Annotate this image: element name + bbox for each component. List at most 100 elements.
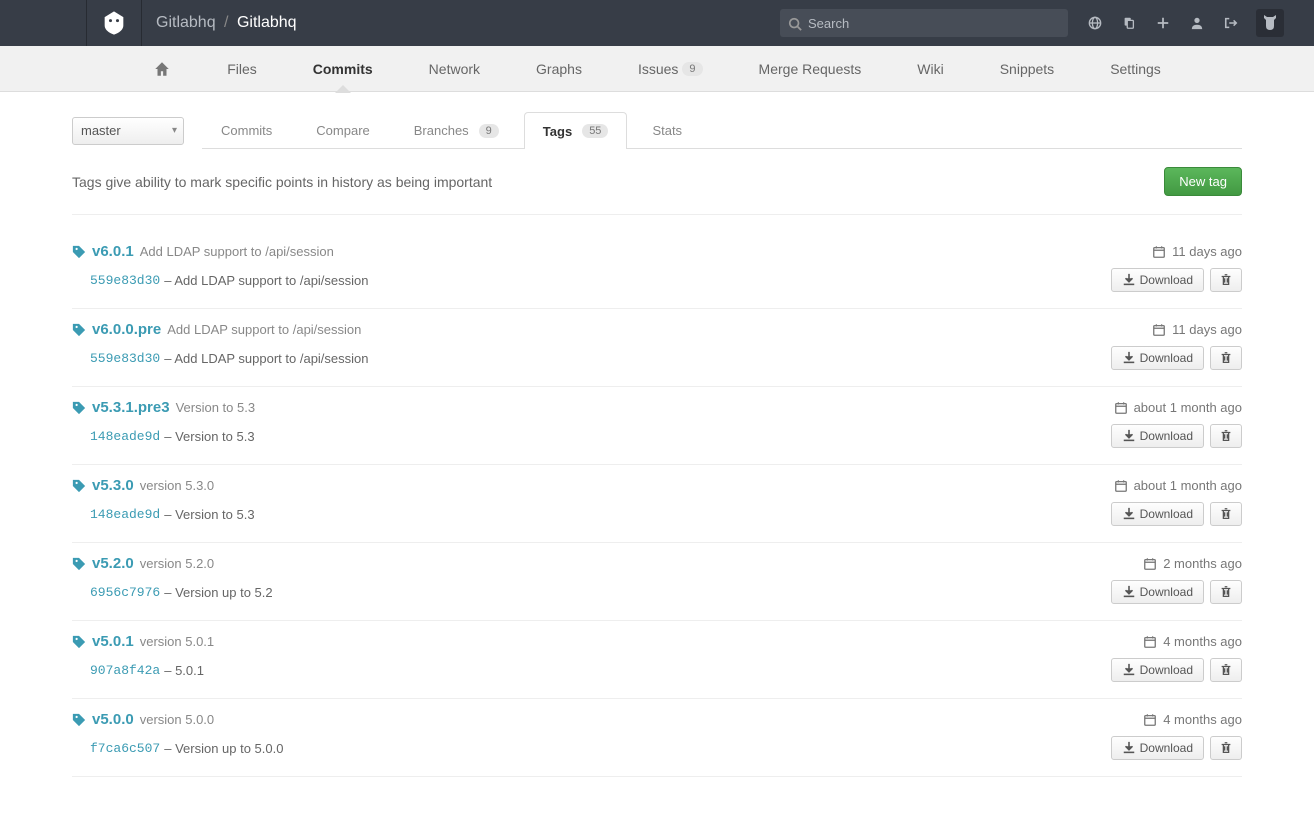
tag-message: Add LDAP support to /api/session [167, 322, 361, 337]
tag-name-link[interactable]: v5.0.1 [92, 633, 134, 650]
signout-icon[interactable] [1214, 0, 1248, 46]
download-button[interactable]: Download [1111, 424, 1204, 448]
trash-icon [1219, 741, 1233, 755]
commit-message: – Version up to 5.2 [164, 585, 272, 600]
tag-time: about 1 month ago [1114, 478, 1242, 493]
calendar-icon [1114, 401, 1128, 415]
home-icon [153, 60, 171, 78]
download-icon [1122, 585, 1136, 599]
download-button[interactable]: Download [1111, 736, 1204, 760]
branch-select[interactable]: master [72, 117, 184, 145]
calendar-icon [1143, 635, 1157, 649]
avatar-icon [1260, 13, 1280, 33]
nav-issues[interactable]: Issues 9 [638, 46, 703, 92]
nav-commits[interactable]: Commits [313, 46, 373, 92]
avatar[interactable] [1256, 9, 1284, 37]
subtab-stats[interactable]: Stats [633, 112, 701, 148]
tag-time: 4 months ago [1143, 712, 1242, 727]
delete-tag-button[interactable] [1210, 658, 1242, 682]
nav-merge-requests[interactable]: Merge Requests [759, 46, 862, 92]
plus-icon[interactable] [1146, 0, 1180, 46]
tag-list: v6.0.1 Add LDAP support to /api/session … [72, 237, 1242, 777]
nav-snippets[interactable]: Snippets [1000, 46, 1054, 92]
download-button[interactable]: Download [1111, 658, 1204, 682]
commit-message: – Add LDAP support to /api/session [164, 273, 368, 288]
nav-network[interactable]: Network [429, 46, 480, 92]
tag-icon [72, 244, 86, 260]
search-wrap [780, 9, 1068, 37]
tag-message: version 5.2.0 [140, 556, 214, 571]
new-tag-button[interactable]: New tag [1164, 167, 1242, 196]
nav-wiki[interactable]: Wiki [917, 46, 943, 92]
public-icon[interactable] [1078, 0, 1112, 46]
tag-message: version 5.3.0 [140, 478, 214, 493]
search-icon [788, 15, 802, 31]
nav-files[interactable]: Files [227, 46, 257, 92]
search-input[interactable] [780, 9, 1068, 37]
download-button[interactable]: Download [1111, 502, 1204, 526]
tag-row: v5.0.1 version 5.0.1 4 months ago 907a8f… [72, 627, 1242, 699]
copy-icon[interactable] [1112, 0, 1146, 46]
nav-home[interactable] [153, 46, 171, 92]
delete-tag-button[interactable] [1210, 736, 1242, 760]
tag-message: Version to 5.3 [176, 400, 256, 415]
tag-name-link[interactable]: v5.3.1.pre3 [92, 399, 170, 416]
commit-sha-link[interactable]: 148eade9d [90, 429, 160, 444]
commit-sha-link[interactable]: 559e83d30 [90, 273, 160, 288]
branches-count: 9 [479, 124, 499, 138]
trash-icon [1219, 663, 1233, 677]
calendar-icon [1143, 713, 1157, 727]
tag-icon [72, 478, 86, 494]
breadcrumb-group[interactable]: Gitlabhq [156, 14, 216, 31]
tag-row: v5.3.0 version 5.3.0 about 1 month ago 1… [72, 471, 1242, 543]
nav-graphs[interactable]: Graphs [536, 46, 582, 92]
logo[interactable] [86, 0, 142, 46]
user-icon[interactable] [1180, 0, 1214, 46]
trash-icon [1219, 507, 1233, 521]
subtab-compare[interactable]: Compare [297, 112, 388, 148]
download-icon [1122, 351, 1136, 365]
commit-sha-link[interactable]: 907a8f42a [90, 663, 160, 678]
tag-time: 4 months ago [1143, 634, 1242, 649]
download-button[interactable]: Download [1111, 580, 1204, 604]
download-icon [1122, 663, 1136, 677]
tag-name-link[interactable]: v5.0.0 [92, 711, 134, 728]
download-button[interactable]: Download [1111, 268, 1204, 292]
subtab-tags[interactable]: Tags55 [524, 112, 628, 149]
tag-message: Add LDAP support to /api/session [140, 244, 334, 259]
nav-settings[interactable]: Settings [1110, 46, 1161, 92]
topbar: Gitlabhq / Gitlabhq [0, 0, 1314, 46]
commit-sha-link[interactable]: 148eade9d [90, 507, 160, 522]
calendar-icon [1114, 479, 1128, 493]
tag-message: version 5.0.1 [140, 634, 214, 649]
commit-sha-link[interactable]: 559e83d30 [90, 351, 160, 366]
tag-time: 11 days ago [1152, 322, 1242, 337]
tag-name-link[interactable]: v6.0.1 [92, 243, 134, 260]
tag-row: v6.0.1 Add LDAP support to /api/session … [72, 237, 1242, 309]
tag-name-link[interactable]: v5.2.0 [92, 555, 134, 572]
delete-tag-button[interactable] [1210, 346, 1242, 370]
delete-tag-button[interactable] [1210, 580, 1242, 604]
commit-sha-link[interactable]: 6956c7976 [90, 585, 160, 600]
tag-row: v5.3.1.pre3 Version to 5.3 about 1 month… [72, 393, 1242, 465]
issues-count: 9 [682, 62, 702, 76]
gitlab-logo-icon [100, 9, 128, 37]
tags-header: Tags give ability to mark specific point… [72, 167, 1242, 215]
tag-icon [72, 322, 86, 338]
subtab-branches[interactable]: Branches9 [395, 112, 518, 148]
commit-sha-link[interactable]: f7ca6c507 [90, 741, 160, 756]
tag-message: version 5.0.0 [140, 712, 214, 727]
breadcrumb: Gitlabhq / Gitlabhq [156, 14, 297, 32]
delete-tag-button[interactable] [1210, 502, 1242, 526]
tag-name-link[interactable]: v5.3.0 [92, 477, 134, 494]
delete-tag-button[interactable] [1210, 424, 1242, 448]
download-button[interactable]: Download [1111, 346, 1204, 370]
delete-tag-button[interactable] [1210, 268, 1242, 292]
commit-message: – Version to 5.3 [164, 429, 254, 444]
download-icon [1122, 741, 1136, 755]
tag-row: v5.2.0 version 5.2.0 2 months ago 6956c7… [72, 549, 1242, 621]
tag-time: 11 days ago [1152, 244, 1242, 259]
subtab-commits[interactable]: Commits [202, 112, 291, 148]
tag-icon [72, 400, 86, 416]
tag-name-link[interactable]: v6.0.0.pre [92, 321, 161, 338]
